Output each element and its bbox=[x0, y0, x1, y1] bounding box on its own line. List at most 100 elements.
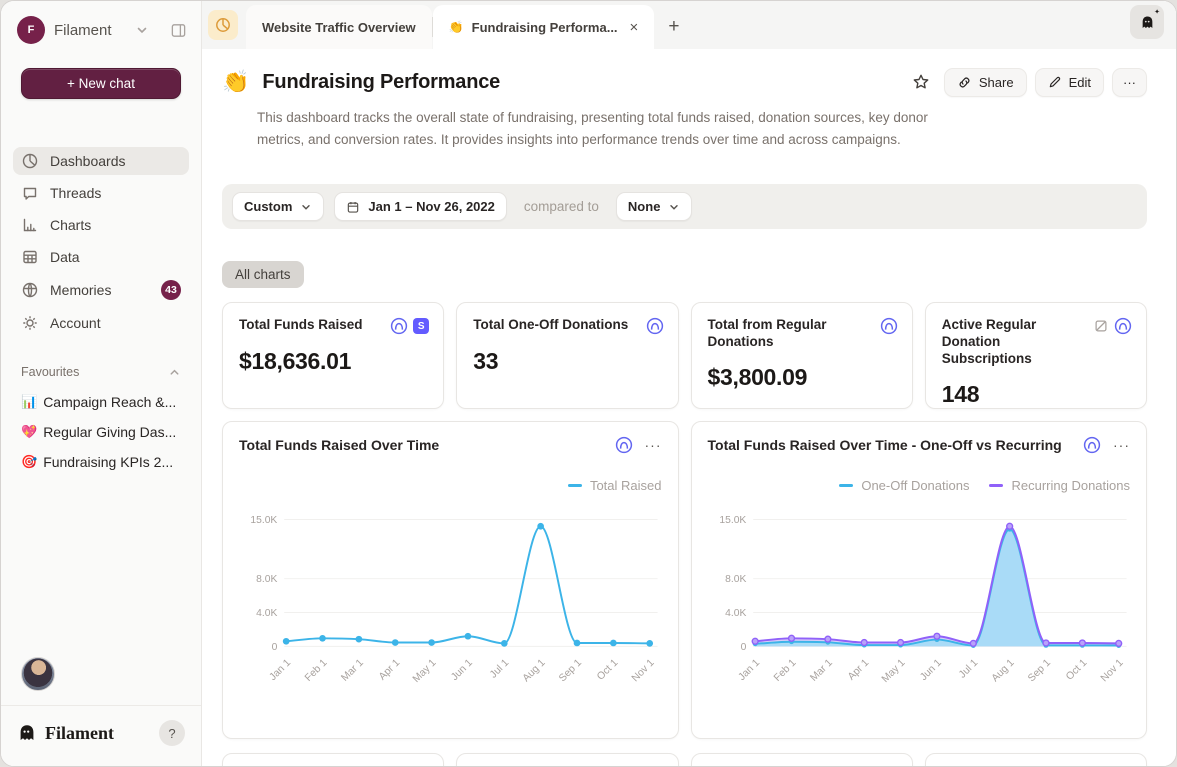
help-button[interactable]: ? bbox=[159, 720, 185, 746]
workspace-name: Filament bbox=[54, 22, 112, 39]
favourite-item[interactable]: 📊 Campaign Reach &... bbox=[21, 394, 193, 410]
bar-chart-emoji-icon: 📊 bbox=[21, 394, 37, 410]
tab-website-traffic-overview[interactable]: Website Traffic Overview bbox=[246, 5, 432, 49]
charts-row: Total Funds Raised Over Time ··· Total R… bbox=[222, 421, 1147, 739]
all-charts-chip[interactable]: All charts bbox=[222, 261, 304, 288]
area-chart-one-off-vs-recurring[interactable]: 04.0K8.0K15.0KJan 1Feb 1Mar 1Apr 1May 1J… bbox=[708, 497, 1131, 723]
page-title: Fundraising Performance bbox=[262, 71, 500, 94]
sidebar-item-label: Memories bbox=[50, 282, 111, 298]
ellipsis-icon: ··· bbox=[1123, 75, 1136, 90]
new-tab-button[interactable]: + bbox=[668, 16, 679, 38]
sidebar-item-account[interactable]: Account bbox=[13, 309, 189, 337]
sidebar-item-memories[interactable]: Memories 43 bbox=[13, 275, 189, 305]
sparkle-icon: ✦ bbox=[1154, 8, 1160, 16]
range-type-dropdown[interactable]: Custom bbox=[232, 192, 324, 221]
main-area: Website Traffic Overview 👏 Fundraising P… bbox=[202, 1, 1176, 766]
kpi-card-avg-donation-size: Avg Donation Size (All bbox=[925, 753, 1147, 766]
kpi-row: Total Funds Raised S $18,636.01 Total On… bbox=[222, 302, 1147, 409]
sidebar-item-charts[interactable]: Charts bbox=[13, 211, 189, 239]
connector-icon bbox=[880, 317, 898, 335]
svg-text:Nov 1: Nov 1 bbox=[630, 657, 657, 684]
chart-more-button[interactable]: ··· bbox=[1113, 437, 1130, 453]
pencil-icon bbox=[1048, 75, 1062, 89]
date-range-value: Jan 1 – Nov 26, 2022 bbox=[368, 199, 494, 214]
chevron-down-icon bbox=[300, 201, 312, 213]
legend-label: One-Off Donations bbox=[861, 478, 969, 493]
favourites-header[interactable]: Favourites bbox=[21, 365, 181, 379]
connector-icon bbox=[390, 317, 408, 335]
workspace-switcher[interactable]: F Filament bbox=[1, 1, 201, 44]
chart-legend: One-Off Donations Recurring Donations bbox=[708, 478, 1131, 493]
svg-text:Apr 1: Apr 1 bbox=[377, 657, 402, 682]
share-button[interactable]: Share bbox=[944, 68, 1027, 97]
favourite-item[interactable]: 💖 Regular Giving Das... bbox=[21, 424, 193, 440]
share-label: Share bbox=[979, 75, 1014, 90]
favourite-label: Fundraising KPIs 2... bbox=[43, 454, 173, 470]
chart-card-total-funds-raised-over-time: Total Funds Raised Over Time ··· Total R… bbox=[222, 421, 679, 739]
gear-icon bbox=[21, 314, 39, 332]
date-range-picker[interactable]: Jan 1 – Nov 26, 2022 bbox=[334, 192, 506, 221]
svg-text:4.0K: 4.0K bbox=[256, 608, 277, 619]
favourite-star-button[interactable] bbox=[906, 67, 936, 97]
svg-text:Oct 1: Oct 1 bbox=[1064, 657, 1089, 682]
sidebar-item-label: Account bbox=[50, 315, 101, 331]
workspace-logo: F bbox=[17, 16, 45, 44]
chevron-down-icon bbox=[668, 201, 680, 213]
connector-icon bbox=[646, 317, 664, 335]
compare-dropdown[interactable]: None bbox=[616, 192, 693, 221]
chart-title: Total Funds Raised Over Time bbox=[239, 437, 615, 453]
favourite-label: Campaign Reach &... bbox=[43, 394, 176, 410]
dashboard-home-button[interactable] bbox=[208, 10, 238, 40]
more-button[interactable]: ··· bbox=[1112, 68, 1147, 97]
clap-emoji-icon: 👏 bbox=[222, 69, 249, 95]
kpi-card-donation-form-conversion: Donation Form Conversion bbox=[456, 753, 678, 766]
sidebar-item-label: Data bbox=[50, 249, 80, 265]
app-window: F Filament + New chat Dashboards Thre bbox=[0, 0, 1177, 767]
sidebar-item-threads[interactable]: Threads bbox=[13, 179, 189, 207]
favourite-item[interactable]: 🎯 Fundraising KPIs 2... bbox=[21, 454, 193, 470]
svg-text:Mar 1: Mar 1 bbox=[340, 657, 367, 684]
chevron-down-icon[interactable] bbox=[135, 23, 149, 37]
svg-text:15.0K: 15.0K bbox=[250, 515, 277, 526]
sidebar-item-dashboards[interactable]: Dashboards bbox=[13, 147, 189, 175]
legend-label: Total Raised bbox=[590, 478, 662, 493]
chart-more-button[interactable]: ··· bbox=[645, 437, 662, 453]
chevron-up-icon[interactable] bbox=[168, 366, 181, 379]
sidebar-item-data[interactable]: Data bbox=[13, 243, 189, 271]
legend-swatch bbox=[839, 484, 853, 487]
sidebar-item-label: Threads bbox=[50, 185, 101, 201]
assistant-button[interactable]: ✦ bbox=[1130, 5, 1164, 39]
line-chart-total-raised[interactable]: 04.0K8.0K15.0KJan 1Feb 1Mar 1Apr 1May 1J… bbox=[239, 497, 662, 723]
chart-unavailable-icon bbox=[1093, 318, 1109, 334]
dashboard-content: 👏 Fundraising Performance Share bbox=[202, 49, 1176, 766]
kpi-value: 148 bbox=[942, 381, 1132, 408]
pie-chart-icon bbox=[21, 152, 39, 170]
connector-icon bbox=[1114, 317, 1132, 335]
new-chat-button[interactable]: + New chat bbox=[21, 68, 181, 99]
memories-count-badge: 43 bbox=[161, 280, 181, 300]
svg-text:Jan 1: Jan 1 bbox=[736, 657, 762, 683]
svg-text:Jul 1: Jul 1 bbox=[488, 657, 511, 680]
chart-legend: Total Raised bbox=[239, 478, 662, 493]
kpi-card-total-one-off-donations: Total One-Off Donations 33 bbox=[456, 302, 678, 409]
sidebar-collapse-icon[interactable] bbox=[170, 22, 187, 39]
svg-text:0: 0 bbox=[740, 642, 746, 653]
sidebar-footer: Filament ? bbox=[1, 657, 201, 766]
user-avatar[interactable] bbox=[21, 657, 55, 691]
connector-icon bbox=[1083, 436, 1101, 454]
svg-text:Sep 1: Sep 1 bbox=[557, 657, 584, 684]
edit-button[interactable]: Edit bbox=[1035, 68, 1104, 97]
ghost-icon bbox=[1139, 14, 1156, 31]
kpi-card-active-regular-donation-subscriptions: Active Regular Donation Subscriptions 14… bbox=[925, 302, 1147, 409]
compared-to-label: compared to bbox=[517, 199, 606, 214]
target-emoji-icon: 🎯 bbox=[21, 454, 37, 470]
favourite-label: Regular Giving Das... bbox=[43, 424, 176, 440]
kpi-title: Active Regular Donation Subscriptions bbox=[942, 317, 1082, 368]
svg-text:Nov 1: Nov 1 bbox=[1098, 657, 1125, 684]
link-icon bbox=[957, 75, 972, 90]
tab-bar: Website Traffic Overview 👏 Fundraising P… bbox=[202, 1, 1176, 49]
kpi-title: Total from Regular Donations bbox=[708, 317, 858, 351]
tab-fundraising-performance[interactable]: 👏 Fundraising Performa... × bbox=[433, 5, 655, 49]
kpi-title: Total One-Off Donations bbox=[473, 317, 639, 334]
close-tab-icon[interactable]: × bbox=[630, 19, 639, 36]
